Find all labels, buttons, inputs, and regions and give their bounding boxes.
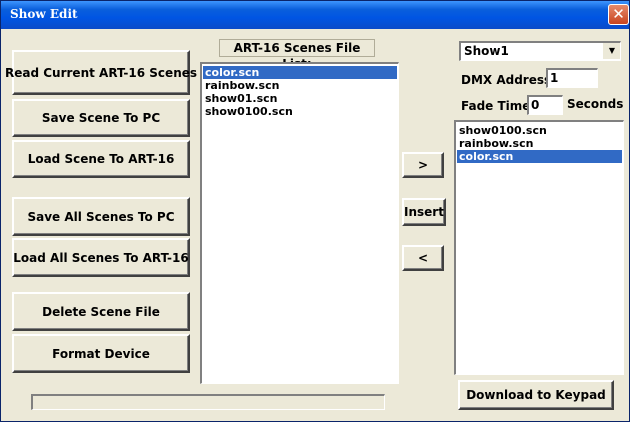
- show-select-dropdown[interactable]: Show1 ▼: [459, 41, 621, 61]
- list-item[interactable]: color.scn: [457, 150, 622, 163]
- fade-time-unit: Seconds: [567, 97, 624, 111]
- save-scene-to-pc-button[interactable]: Save Scene To PC: [12, 99, 190, 137]
- file-list-heading: ART-16 Scenes File List:: [219, 39, 375, 71]
- load-all-scenes-to-art16-button[interactable]: Load All Scenes To ART-16: [12, 238, 190, 277]
- read-current-scenes-button[interactable]: Read Current ART-16 Scenes: [5, 50, 197, 95]
- chevron-down-icon[interactable]: ▼: [603, 43, 620, 59]
- format-device-button[interactable]: Format Device: [12, 334, 190, 373]
- show-edit-window: Show Edit ✕ Read Current ART-16 Scenes S…: [0, 0, 630, 422]
- list-item[interactable]: rainbow.scn: [203, 79, 397, 92]
- show-select-value: Show1: [464, 44, 509, 58]
- show-scene-list[interactable]: show0100.scn rainbow.scn color.scn: [454, 120, 624, 375]
- close-button[interactable]: ✕: [608, 4, 629, 25]
- list-item[interactable]: show0100.scn: [457, 124, 622, 137]
- add-to-show-button[interactable]: >: [402, 152, 444, 178]
- progress-bar: [31, 394, 385, 410]
- insert-button[interactable]: Insert: [402, 198, 446, 226]
- title-bar[interactable]: Show Edit ✕: [1, 1, 629, 29]
- delete-scene-file-button[interactable]: Delete Scene File: [12, 292, 190, 331]
- list-item[interactable]: show01.scn: [203, 92, 397, 105]
- download-to-keypad-button[interactable]: Download to Keypad: [458, 380, 614, 410]
- list-item[interactable]: show0100.scn: [203, 105, 397, 118]
- dmx-address-label: DMX Address:: [461, 73, 556, 87]
- save-all-scenes-to-pc-button[interactable]: Save All Scenes To PC: [12, 197, 190, 236]
- fade-time-input[interactable]: 0: [527, 95, 563, 115]
- remove-from-show-button[interactable]: <: [402, 245, 444, 271]
- dmx-address-input[interactable]: 1: [546, 68, 598, 88]
- scene-file-list[interactable]: color.scn rainbow.scn show01.scn show0100.s…: [200, 62, 399, 384]
- window-title: Show Edit: [10, 7, 78, 21]
- list-item[interactable]: color.scn: [203, 66, 397, 79]
- fade-time-label: Fade Time:: [461, 99, 536, 113]
- load-scene-to-art16-button[interactable]: Load Scene To ART-16: [12, 140, 190, 178]
- close-icon: ✕: [612, 5, 625, 23]
- list-item[interactable]: rainbow.scn: [457, 137, 622, 150]
